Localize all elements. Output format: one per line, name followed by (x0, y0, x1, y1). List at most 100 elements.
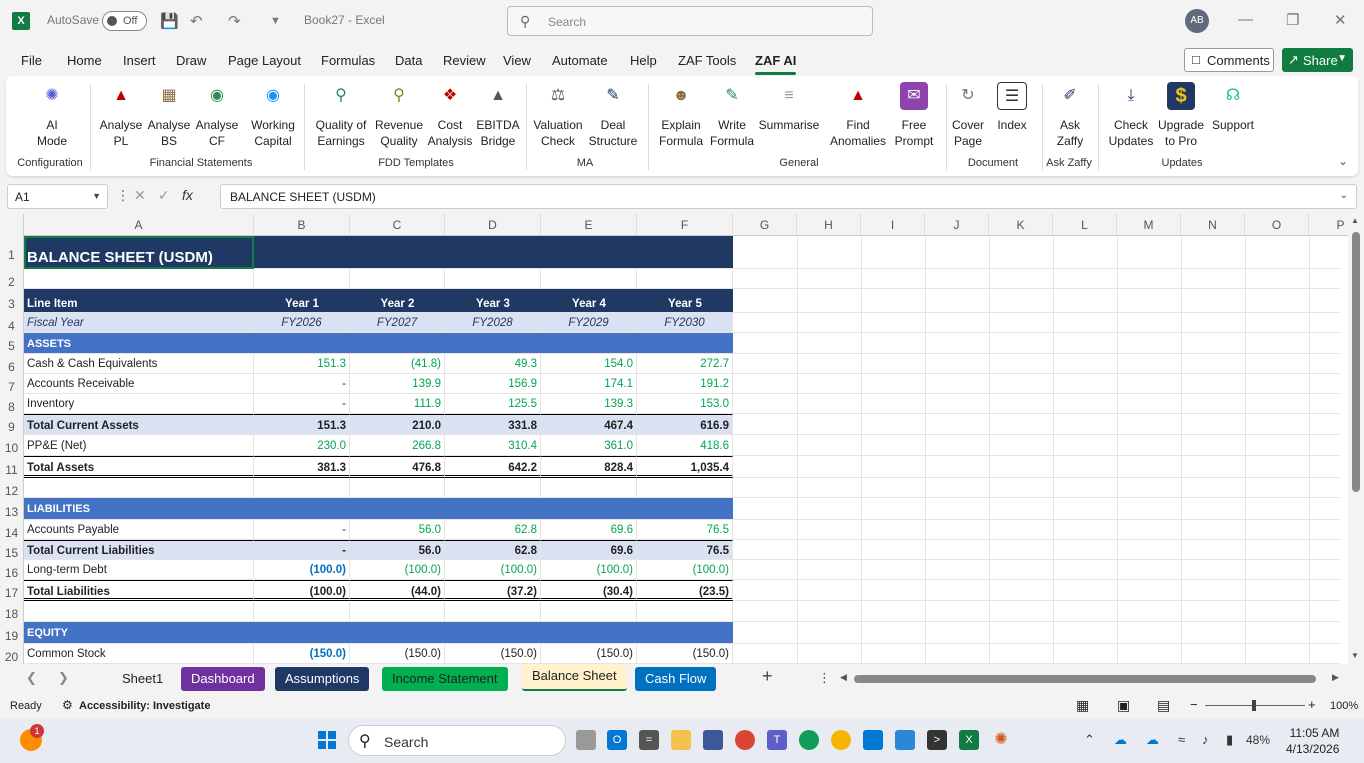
section-header[interactable]: LIABILITIES (24, 498, 733, 520)
chrome-profile-icon[interactable] (799, 730, 819, 750)
column-header-l[interactable]: L (1053, 214, 1117, 236)
row-header-10[interactable]: 10 (0, 435, 24, 456)
cell[interactable] (24, 478, 254, 498)
column-header-d[interactable]: D (445, 214, 541, 236)
clock[interactable]: 11:05 AM 4/13/2026 (1286, 725, 1339, 757)
tab-zaf-ai[interactable]: ZAF AI (755, 53, 797, 75)
value-cell[interactable]: 69.6 (541, 540, 637, 560)
tab-home[interactable]: Home (67, 53, 102, 68)
row-header-1[interactable]: 1 (0, 236, 24, 269)
add-sheet-icon[interactable]: + (762, 666, 773, 687)
value-cell[interactable]: 76.5 (637, 540, 733, 560)
search-box[interactable]: ⚲ Search (507, 6, 873, 36)
line-item-label[interactable]: Accounts Payable (24, 520, 254, 540)
cell[interactable] (637, 269, 733, 289)
header-year[interactable]: Year 5 (637, 289, 733, 313)
zoom-level[interactable]: 100% (1330, 700, 1358, 712)
value-cell[interactable]: (41.8) (350, 354, 445, 374)
value-cell[interactable]: (150.0) (637, 644, 733, 664)
column-header-b[interactable]: B (254, 214, 350, 236)
scroll-left-icon[interactable]: ◀ (840, 672, 847, 683)
sheet-title[interactable]: BALANCE SHEET (USDM) (24, 236, 733, 269)
outlook-icon[interactable]: O (607, 730, 627, 750)
claude-icon[interactable]: ✺ (991, 730, 1011, 750)
chrome-profile-2-icon[interactable] (831, 730, 851, 750)
analyse-bs-button[interactable]: ▦ Analyse BS (146, 82, 192, 149)
comments-button[interactable]: □ Comments (1184, 48, 1274, 72)
valuation-check-button[interactable]: ⚖ Valuation Check (530, 82, 586, 149)
column-header-n[interactable]: N (1181, 214, 1245, 236)
fiscal-year-cell[interactable]: Fiscal Year (24, 313, 254, 333)
cell[interactable] (24, 601, 254, 622)
cell[interactable] (350, 478, 445, 498)
customize-qat-icon[interactable]: ▼ (270, 15, 281, 27)
accessibility-icon[interactable]: ⚙ (62, 698, 73, 712)
volume-icon[interactable]: ♪ (1202, 732, 1209, 747)
line-item-label[interactable]: Total Current Assets (24, 414, 254, 435)
revenue-quality-button[interactable]: ⚲ Revenue Quality (372, 82, 426, 149)
value-cell[interactable]: 1,035.4 (637, 456, 733, 478)
column-header-h[interactable]: H (797, 214, 861, 236)
cell[interactable] (637, 601, 733, 622)
fiscal-year-cell[interactable]: FY2026 (254, 313, 350, 333)
tab-draw[interactable]: Draw (176, 53, 206, 68)
tab-insert[interactable]: Insert (123, 53, 156, 68)
value-cell[interactable]: (100.0) (445, 560, 541, 580)
share-button[interactable]: ↗ Share ▼ (1282, 48, 1353, 72)
value-cell[interactable]: 139.3 (541, 394, 637, 414)
value-cell[interactable]: 642.2 (445, 456, 541, 478)
minimize-icon[interactable]: — (1238, 11, 1253, 28)
summarise-button[interactable]: ≡ Summarise (756, 82, 822, 133)
cell[interactable] (637, 478, 733, 498)
close-icon[interactable]: ✕ (1334, 11, 1347, 29)
section-header[interactable]: ASSETS (24, 333, 733, 354)
check-updates-button[interactable]: ⤓ Check Updates (1106, 82, 1156, 149)
value-cell[interactable]: 154.0 (541, 354, 637, 374)
value-cell[interactable]: - (254, 520, 350, 540)
explain-formula-button[interactable]: ☻ Explain Formula (654, 82, 708, 149)
undo-icon[interactable]: ↶ (190, 12, 203, 30)
restore-icon[interactable]: ❐ (1286, 11, 1299, 29)
row-header-18[interactable]: 18 (0, 601, 24, 622)
cover-page-button[interactable]: ↻ Cover Page (948, 82, 988, 149)
header-year[interactable]: Year 4 (541, 289, 637, 313)
redo-icon[interactable]: ↷ (228, 12, 241, 30)
tab-file[interactable]: File (21, 53, 42, 68)
value-cell[interactable]: 156.9 (445, 374, 541, 394)
row-header-13[interactable]: 13 (0, 498, 24, 520)
find-anomalies-button[interactable]: ▲ Find Anomalies (824, 82, 892, 149)
more-icon[interactable]: ⋮ (116, 187, 130, 204)
cancel-icon[interactable]: ✕ (134, 187, 146, 204)
remote-desktop-icon[interactable] (895, 730, 915, 750)
value-cell[interactable]: 49.3 (445, 354, 541, 374)
line-item-label[interactable]: Total Liabilities (24, 580, 254, 601)
value-cell[interactable]: (150.0) (350, 644, 445, 664)
row-header-4[interactable]: 4 (0, 313, 24, 333)
select-all-corner[interactable] (0, 214, 24, 236)
enter-icon[interactable]: ✓ (158, 187, 170, 204)
user-avatar[interactable]: AB (1185, 9, 1209, 33)
more-options-icon[interactable]: ⋮ (818, 670, 831, 686)
line-item-label[interactable]: Total Current Liabilities (24, 540, 254, 560)
value-cell[interactable]: 272.7 (637, 354, 733, 374)
value-cell[interactable]: 210.0 (350, 414, 445, 435)
onedrive-business-icon[interactable]: ☁ (1146, 732, 1159, 748)
windows-start-icon[interactable] (318, 731, 336, 749)
value-cell[interactable]: 139.9 (350, 374, 445, 394)
fiscal-year-cell[interactable]: FY2029 (541, 313, 637, 333)
value-cell[interactable]: 266.8 (350, 435, 445, 456)
value-cell[interactable]: 230.0 (254, 435, 350, 456)
column-header-j[interactable]: J (925, 214, 989, 236)
sheet-tab-cash-flow[interactable]: Cash Flow (635, 667, 717, 691)
value-cell[interactable]: 381.3 (254, 456, 350, 478)
value-cell[interactable]: (44.0) (350, 580, 445, 601)
line-item-label[interactable]: Cash & Cash Equivalents (24, 354, 254, 374)
value-cell[interactable]: 56.0 (350, 540, 445, 560)
value-cell[interactable]: - (254, 374, 350, 394)
cell[interactable] (24, 269, 254, 289)
ebitda-bridge-button[interactable]: ▲ EBITDA Bridge (474, 82, 522, 149)
column-header-o[interactable]: O (1245, 214, 1309, 236)
autosave-toggle[interactable]: Off (102, 11, 147, 31)
onedrive-icon[interactable]: ☁ (1114, 732, 1127, 748)
value-cell[interactable]: 191.2 (637, 374, 733, 394)
